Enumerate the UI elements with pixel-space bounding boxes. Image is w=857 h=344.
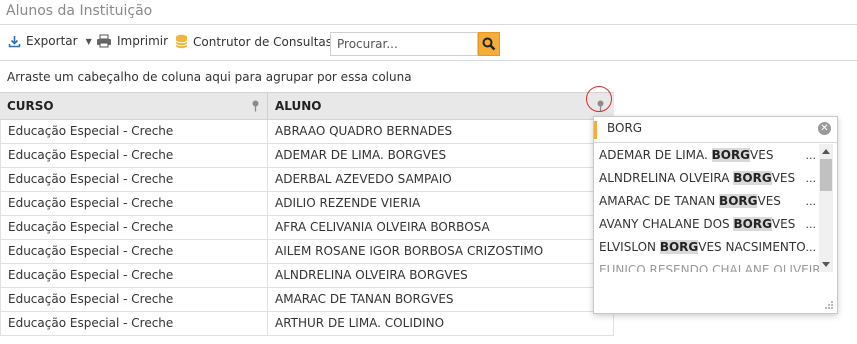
column-header-label: ALUNO: [275, 99, 322, 113]
filter-value-match: BORG: [711, 148, 751, 162]
filter-value-match: BORG: [719, 194, 758, 208]
more-options-icon[interactable]: ...: [806, 144, 817, 167]
pin-filter-icon[interactable]: [251, 100, 260, 112]
filter-value-before: EUNICO RESENDO CHALANE OLIVEIRA: [599, 263, 819, 272]
column-header-curso[interactable]: CURSO: [0, 93, 268, 120]
students-grid: CURSO ALUNO Educação Especial - Creche AB…: [0, 92, 614, 336]
more-options-icon[interactable]: ...: [806, 213, 817, 236]
table-row[interactable]: Educação Especial - Creche ABRAAO QUADRO …: [0, 120, 614, 144]
table-row[interactable]: Educação Especial - Creche AILEM ROSANE I…: [0, 240, 614, 264]
cell-aluno: ARTHUR DE LIMA. COLIDINO: [268, 312, 614, 335]
window-title-text: Alunos da Instituição: [6, 3, 153, 19]
cell-aluno: AFRA CELIVANIA OLVEIRA BORBOSA: [268, 216, 614, 239]
chevron-down-icon: ▼: [85, 36, 92, 46]
clear-icon[interactable]: ✕: [818, 122, 831, 135]
grid-body: Educação Especial - Creche ABRAAO QUADRO …: [0, 120, 614, 336]
scroll-down-icon[interactable]: [822, 262, 830, 267]
search-icon: [482, 37, 496, 51]
column-header-aluno[interactable]: ALUNO: [268, 93, 614, 120]
printer-icon: [97, 34, 111, 48]
cell-aluno: ALNDRELINA OLVEIRA BORGVES: [268, 264, 614, 287]
table-row[interactable]: Educação Especial - Creche ADILIO REZENDE…: [0, 192, 614, 216]
print-button[interactable]: Imprimir: [96, 34, 168, 48]
cell-curso: Educação Especial - Creche: [0, 312, 268, 335]
more-options-icon[interactable]: ...: [806, 236, 817, 259]
filter-search-field[interactable]: BORG ✕: [594, 117, 837, 143]
scroll-thumb[interactable]: [820, 159, 832, 191]
database-icon: [175, 34, 188, 49]
filter-value-item[interactable]: ALNDRELINA OLVEIRA BORGVES...: [594, 167, 819, 190]
filter-value-match: BORG: [659, 240, 699, 254]
filter-value-after: VES: [757, 194, 781, 208]
filter-value-item[interactable]: EUNICO RESENDO CHALANE OLIVEIRA: [594, 259, 819, 272]
filter-value-after: VES: [771, 171, 796, 185]
filter-value-item[interactable]: ADEMAR DE LIMA. BORGVES...: [594, 144, 819, 167]
table-row[interactable]: Educação Especial - Creche ALNDRELINA OLV…: [0, 264, 614, 288]
more-options-icon[interactable]: ...: [806, 167, 817, 190]
cell-aluno: ADEMAR DE LIMA. BORGVES: [268, 144, 614, 167]
toolbar: Exportar ▼ Imprimir Contrutor de Consult…: [0, 25, 857, 61]
print-label: Imprimir: [117, 34, 169, 48]
column-filter-popup: BORG ✕ ADEMAR DE LIMA. BORGVES... ALNDREL…: [593, 116, 838, 314]
cell-aluno: ADILIO REZENDE VIERIA: [268, 192, 614, 215]
cell-curso: Educação Especial - Creche: [0, 288, 268, 311]
more-options-icon[interactable]: ...: [806, 190, 817, 213]
grid-header: CURSO ALUNO: [0, 92, 614, 120]
filter-values-list: ADEMAR DE LIMA. BORGVES... ALNDRELINA OLV…: [594, 144, 819, 272]
cell-curso: Educação Especial - Creche: [0, 216, 268, 239]
filter-value-match: BORG: [733, 217, 772, 231]
table-row[interactable]: Educação Especial - Creche ARTHUR DE LIMA…: [0, 312, 614, 336]
cell-aluno: AMARAC DE TANAN BORGVES: [268, 288, 614, 311]
resize-grip-icon[interactable]: [823, 299, 833, 309]
cell-curso: Educação Especial - Creche: [0, 192, 268, 215]
cell-aluno: AILEM ROSANE IGOR BORBOSA CRIZOSTIMO: [268, 240, 614, 263]
search-button[interactable]: [478, 32, 500, 56]
cell-curso: Educação Especial - Creche: [0, 144, 268, 167]
filter-value-item[interactable]: AVANY CHALANE DOS BORGVES...: [594, 213, 819, 236]
filter-value-after: VES: [750, 148, 774, 162]
query-builder-label: Contrutor de Consultas: [193, 34, 333, 49]
group-panel-hint: Arraste um cabeçalho de coluna aqui para…: [7, 70, 412, 84]
filter-value-before: ELVISLON: [599, 240, 660, 254]
filter-value-item[interactable]: ELVISLON BORGVES NACSIMENTO...: [594, 236, 819, 259]
table-row[interactable]: Educação Especial - Creche ADEMAR DE LIMA…: [0, 144, 614, 168]
group-panel[interactable]: Arraste um cabeçalho de coluna aqui para…: [0, 62, 857, 92]
cell-curso: Educação Especial - Creche: [0, 240, 268, 263]
filter-value-before: AVANY CHALANE DOS: [599, 217, 734, 231]
filter-value-before: ALNDRELINA OLVEIRA: [599, 171, 734, 185]
search-input[interactable]: Procurar...: [330, 32, 478, 56]
scroll-up-icon[interactable]: [822, 149, 830, 154]
focus-accent: [594, 121, 597, 139]
cell-aluno: ABRAAO QUADRO BERNADES: [268, 120, 614, 143]
scrollbar[interactable]: [819, 144, 833, 272]
filter-value-match: BORG: [733, 171, 772, 185]
filter-value-after: VES NACSIMENTO: [698, 240, 806, 254]
export-button[interactable]: Exportar ▼: [8, 34, 92, 48]
cell-aluno: ADERBAL AZEVEDO SAMPAIO: [268, 168, 614, 191]
cell-curso: Educação Especial - Creche: [0, 120, 268, 143]
window-title: Alunos da Instituição: [0, 0, 857, 25]
download-icon: [8, 35, 21, 47]
filter-value-before: AMARAC DE TANAN: [599, 194, 720, 208]
filter-value-item[interactable]: AMARAC DE TANAN BORGVES...: [594, 190, 819, 213]
table-row[interactable]: Educação Especial - Creche AFRA CELIVANIA…: [0, 216, 614, 240]
export-label: Exportar: [26, 34, 78, 48]
annotation-circle: [586, 86, 612, 112]
cell-curso: Educação Especial - Creche: [0, 168, 268, 191]
filter-search-input[interactable]: BORG: [607, 121, 642, 135]
table-row[interactable]: Educação Especial - Creche AMARAC DE TANA…: [0, 288, 614, 312]
cell-curso: Educação Especial - Creche: [0, 264, 268, 287]
query-builder-button[interactable]: Contrutor de Consultas: [175, 34, 332, 49]
filter-value-before: ADEMAR DE LIMA.: [599, 148, 712, 162]
column-header-label: CURSO: [7, 99, 54, 113]
filter-value-after: VES: [771, 217, 796, 231]
table-row[interactable]: Educação Especial - Creche ADERBAL AZEVED…: [0, 168, 614, 192]
